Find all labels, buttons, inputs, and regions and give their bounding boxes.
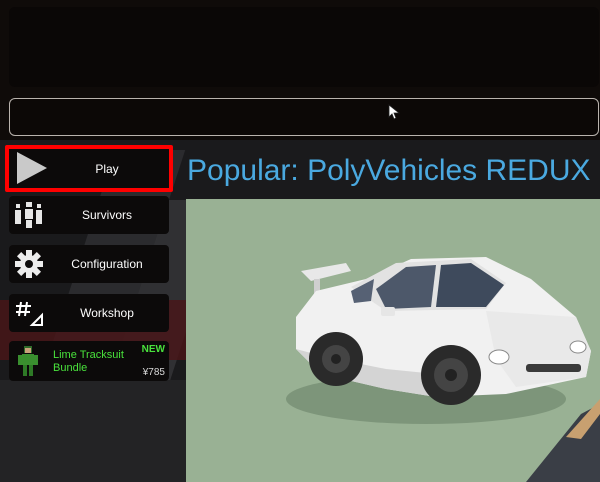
promo-price: ¥785: [142, 367, 165, 378]
workshop-icon: [13, 298, 45, 328]
configuration-button[interactable]: Configuration: [9, 245, 169, 283]
promo-item-card[interactable]: Lime Tracksuit Bundle NEW ¥785: [9, 341, 169, 381]
play-label: Play: [95, 161, 119, 176]
workshop-label: Workshop: [80, 306, 134, 320]
tracksuit-avatar-icon: [18, 346, 38, 376]
featured-title: Popular: PolyVehicles REDUX: [187, 154, 591, 187]
car-illustration: [286, 257, 600, 482]
new-badge: NEW: [141, 344, 165, 355]
server-selector-bar[interactable]: [9, 98, 599, 136]
survivors-label: Survivors: [81, 208, 132, 222]
top-info-panel: [9, 7, 599, 87]
promo-item-name: Lime Tracksuit Bundle: [53, 349, 124, 374]
cursor-icon: [388, 104, 401, 120]
survivors-button[interactable]: Survivors: [9, 196, 169, 234]
workshop-button[interactable]: Workshop: [9, 294, 169, 332]
configuration-label: Configuration: [71, 257, 143, 271]
gear-icon: [13, 249, 45, 279]
play-button[interactable]: Play: [5, 145, 173, 192]
play-icon: [15, 152, 47, 184]
featured-preview-image[interactable]: [186, 199, 600, 482]
survivors-icon: [13, 200, 45, 230]
